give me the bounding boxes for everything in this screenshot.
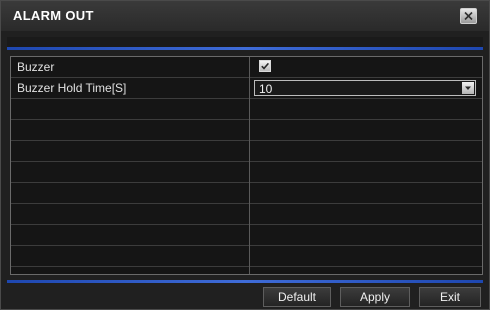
table-row [11,141,482,162]
buzzer-checkbox[interactable] [259,60,271,72]
close-icon [461,9,476,23]
buzzer-hold-time-select[interactable]: 10 [254,80,476,96]
close-button[interactable] [460,8,477,24]
table-row [11,162,482,183]
apply-button[interactable]: Apply [340,287,410,307]
bottom-accent-line [7,280,483,283]
exit-button[interactable]: Exit [419,287,481,307]
column-divider [249,57,250,274]
table-row [11,183,482,204]
title-bar: ALARM OUT [1,1,489,31]
tab-strip [7,37,483,47]
buzzer-hold-time-value: 10 [259,82,273,96]
alarm-out-dialog: ALARM OUT Buzzer Buzzer Hold Time[S] 10 … [0,0,490,310]
table-row-buzzer: Buzzer [11,57,482,78]
table-row [11,99,482,120]
chevron-down-icon [462,82,474,94]
table-row [11,246,482,267]
checkmark-icon [260,61,270,71]
dialog-title: ALARM OUT [13,8,94,23]
buzzer-hold-time-label: Buzzer Hold Time[S] [17,81,127,95]
default-button[interactable]: Default [263,287,331,307]
table-row-buzzer-hold-time: Buzzer Hold Time[S] 10 [11,78,482,99]
buzzer-label: Buzzer [17,60,55,74]
table-row [11,225,482,246]
settings-table: Buzzer Buzzer Hold Time[S] 10 [10,56,483,275]
table-row [11,120,482,141]
table-row [11,204,482,225]
top-accent-line [7,47,483,50]
